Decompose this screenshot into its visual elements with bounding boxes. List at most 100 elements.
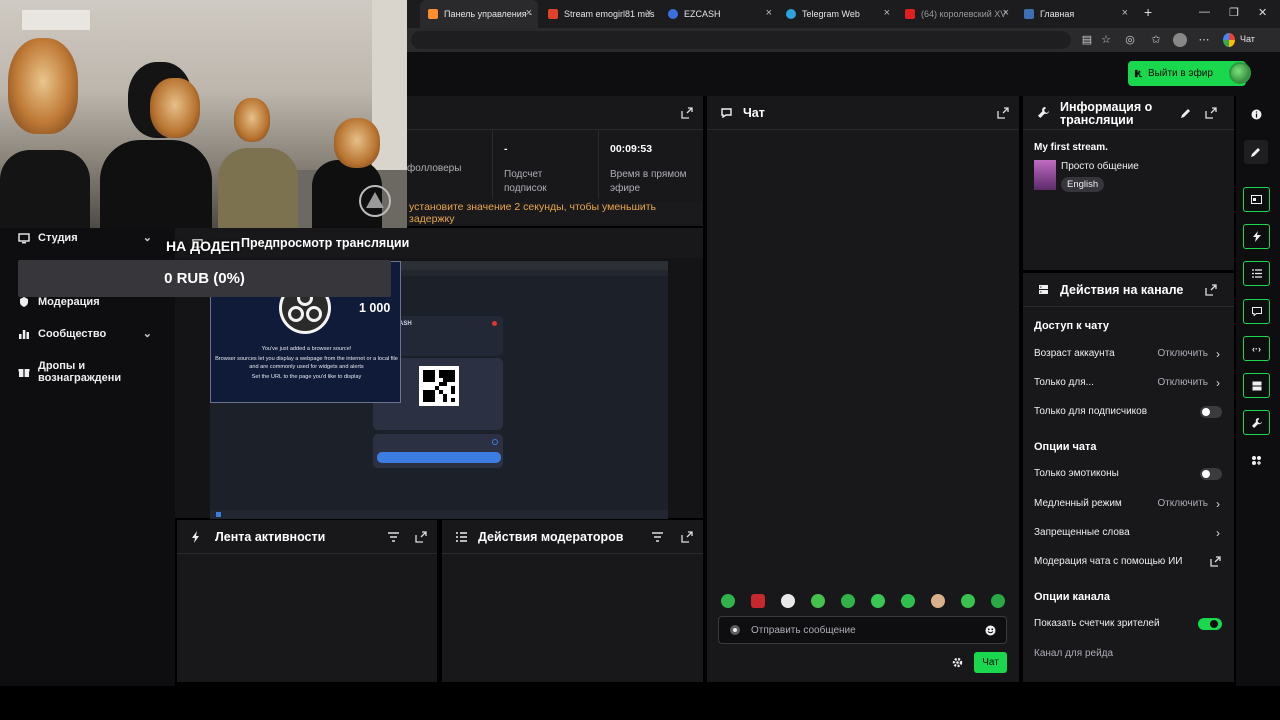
edit-pencil-icon[interactable] [1181, 108, 1191, 118]
rail-channel-actions-icon[interactable] [1243, 373, 1270, 398]
emote-3-icon[interactable] [781, 594, 795, 608]
subs-only-toggle[interactable] [1200, 405, 1222, 418]
person-1-body [0, 150, 90, 228]
obs-message: You've just added a browser source! Brow… [215, 346, 398, 382]
banned-words-setting[interactable]: Запрещенные слова › [1034, 526, 1222, 540]
rail-activity-icon[interactable] [1243, 224, 1270, 249]
close-tab-icon[interactable]: × [766, 7, 772, 19]
popout-icon[interactable] [681, 107, 693, 119]
popout-icon[interactable] [1205, 107, 1217, 119]
new-tab-button[interactable]: + [1144, 4, 1152, 20]
tab-home[interactable]: Главная × [1016, 0, 1134, 28]
chat-send-button[interactable]: Чат [974, 652, 1007, 673]
goal-title: НА ДОДЕП [166, 238, 241, 254]
studio-icon [18, 233, 30, 244]
emote-10-icon[interactable] [991, 594, 1005, 608]
profile-avatar[interactable] [1173, 33, 1187, 47]
close-tab-icon[interactable]: × [884, 7, 890, 19]
filter-icon[interactable] [652, 532, 663, 542]
emote-9-icon[interactable] [961, 594, 975, 608]
stream-info-title-line2: трансляции [1060, 112, 1134, 127]
tab-telegram[interactable]: Telegram Web × [778, 0, 896, 28]
category-label[interactable]: Просто общение [1061, 161, 1139, 172]
viewer-count-toggle[interactable] [1198, 617, 1222, 630]
ai-moderation-label: Модерация чата с помощью ИИ [1034, 556, 1183, 567]
captured-close-dot [492, 321, 497, 326]
address-bar[interactable] [411, 31, 1071, 49]
bookmark-star-icon[interactable]: ☆ [1099, 33, 1113, 47]
copilot-icon[interactable] [1223, 33, 1235, 47]
tab-stream[interactable]: Stream emogirl81 mus × [540, 0, 658, 28]
mod-actions-panel: Действия модераторов [442, 520, 703, 682]
channel-actions-title: Действия на канале [1060, 283, 1184, 297]
overlay-number: 1 000 [359, 301, 391, 315]
rail-stream-info-icon[interactable] [1243, 187, 1270, 212]
rail-mod-actions-icon[interactable] [1243, 261, 1270, 286]
tab-ezcash[interactable]: EZCASH × [660, 0, 778, 28]
stat-divider [492, 131, 493, 199]
close-tab-icon[interactable]: × [1003, 7, 1009, 19]
info-icon[interactable] [1246, 104, 1266, 124]
ai-moderation-setting[interactable]: Модерация чата с помощью ИИ [1034, 556, 1222, 567]
chat-settings-gear-icon[interactable] [952, 657, 963, 668]
tab-dashboard[interactable]: Панель управления - × [420, 0, 538, 28]
latency-warning: установите значение 2 секунды, чтобы уме… [407, 201, 702, 225]
emote-1-icon[interactable] [721, 594, 735, 608]
channel-actions-header: Действия на канале [1023, 273, 1234, 307]
rail-chat-icon[interactable] [1243, 299, 1270, 324]
more-menu-icon[interactable]: ⋯ [1197, 33, 1211, 47]
rail-wrench-icon[interactable] [1243, 410, 1270, 435]
rail-embed-icon[interactable]: ‹·› [1243, 336, 1270, 361]
account-age-setting[interactable]: Возраст аккаунта Отключить › [1034, 347, 1222, 361]
restore-icon[interactable]: ❐ [1229, 6, 1239, 19]
only-for-setting[interactable]: Только для... Отключить › [1034, 376, 1222, 390]
emote-7-icon[interactable] [901, 594, 915, 608]
live-time-label-line1: Время в прямом [610, 169, 687, 180]
add-widget-icon[interactable] [1246, 450, 1266, 470]
user-avatar[interactable] [1229, 62, 1251, 84]
popout-icon[interactable] [415, 531, 427, 543]
emotes-only-setting: Только эмотиконы [1034, 467, 1222, 480]
edit-layout-icon[interactable] [1244, 140, 1268, 164]
nav-item-studio[interactable]: Студия ⌄ [18, 232, 168, 244]
emoji-icon[interactable] [985, 625, 996, 636]
nav-item-community[interactable]: Сообщество ⌄ [18, 328, 168, 340]
tab-label: EZCASH [684, 9, 721, 19]
chat-message-input[interactable]: Отправить сообщение [718, 616, 1007, 644]
lightning-icon [192, 530, 199, 543]
tab-label: Stream emogirl81 mus [564, 9, 655, 19]
copilot-chat-label[interactable]: Чат [1240, 34, 1255, 44]
youtube-favicon-icon [548, 9, 558, 19]
kick-logo-icon [1134, 69, 1143, 78]
minimize-icon[interactable]: — [1199, 6, 1210, 18]
close-tab-icon[interactable]: × [1122, 7, 1128, 19]
close-tab-icon[interactable]: × [646, 7, 652, 19]
emotes-only-toggle[interactable] [1200, 467, 1222, 480]
raid-channel-setting[interactable]: Канал для рейда [1034, 648, 1222, 659]
popout-icon[interactable] [1205, 284, 1217, 296]
captured-start-icon [216, 512, 221, 517]
filter-icon[interactable] [388, 532, 399, 542]
emote-5-icon[interactable] [841, 594, 855, 608]
emote-2-icon[interactable] [751, 594, 765, 608]
close-tab-icon[interactable]: × [526, 7, 532, 19]
community-icon [19, 330, 29, 339]
favorites-icon[interactable]: ✩ [1149, 33, 1163, 47]
emote-6-icon[interactable] [871, 594, 885, 608]
popout-icon[interactable] [997, 107, 1009, 119]
nav-item-moderation[interactable]: Модерация [18, 296, 168, 308]
popout-icon[interactable] [681, 531, 693, 543]
nav-item-drops[interactable]: Дропы и вознаграждени [18, 360, 168, 384]
stream-title: My first stream. [1034, 142, 1108, 153]
subs-value: - [504, 143, 508, 155]
chevron-down-icon: ⌄ [142, 328, 152, 340]
extensions-icon[interactable]: ◎ [1123, 33, 1137, 47]
external-link-icon [1210, 556, 1221, 567]
slow-mode-setting[interactable]: Медленный режим Отключить › [1034, 497, 1222, 511]
emote-4-icon[interactable] [811, 594, 825, 608]
reader-mode-icon[interactable]: ▤ [1080, 33, 1094, 47]
close-window-icon[interactable]: ✕ [1258, 6, 1267, 19]
preview-header: Предпросмотр трансляции [175, 228, 703, 258]
emote-8-icon[interactable] [931, 594, 945, 608]
tab-video[interactable]: (64) королевский XV × [897, 0, 1015, 28]
